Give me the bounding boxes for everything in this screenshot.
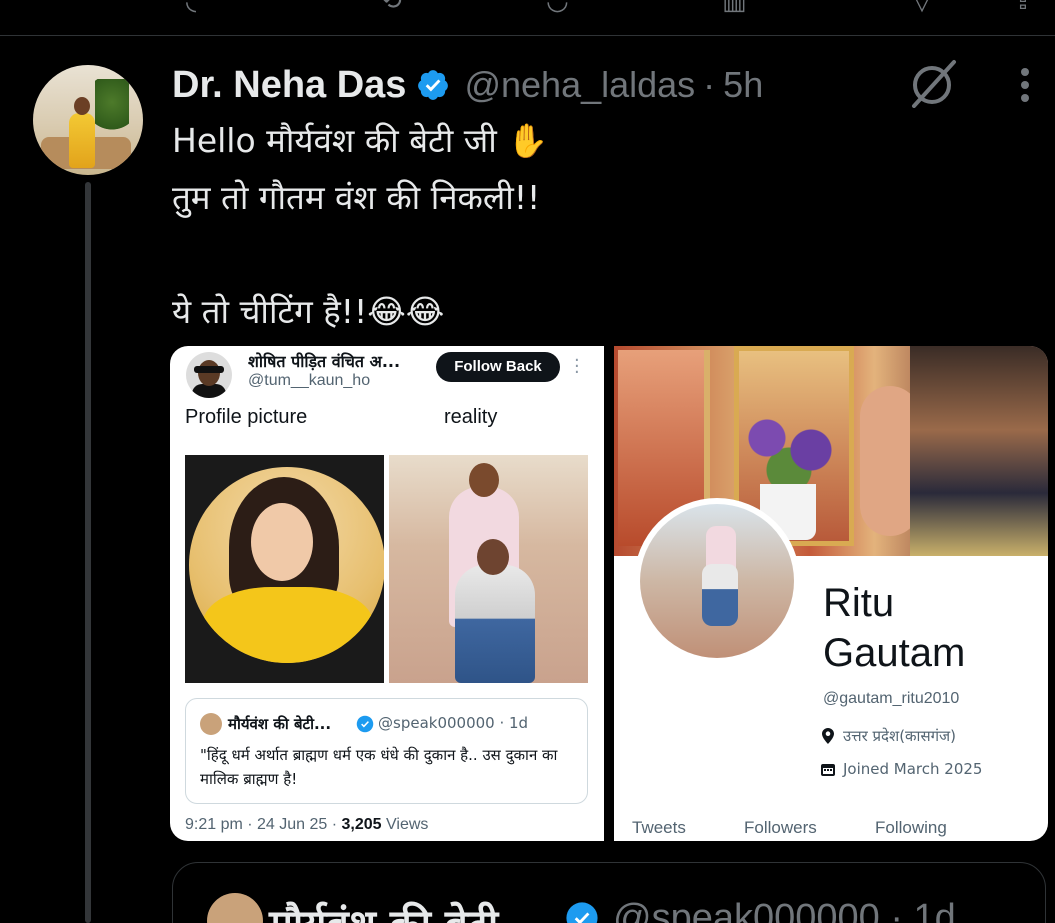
next-post-card[interactable]: मौर्यवंश की बेटी @speak000000 · 1d	[172, 862, 1046, 923]
author-avatar[interactable]	[33, 65, 143, 175]
more-options-icon[interactable]	[1018, 68, 1032, 108]
media-image-profile-screenshot[interactable]: Ritu Gautam @gautam_ritu2010 उत्तर प्रदे…	[614, 346, 1048, 841]
embedded-account-name: शोषित पीड़ित वंचित अ...	[248, 352, 401, 371]
verified-badge-icon	[566, 902, 598, 923]
quoted-avatar	[200, 713, 222, 735]
embedded-caption-profile-picture: Profile picture	[185, 406, 308, 428]
embedded-quoted-post: मौर्यवंश की बेटी... @speak000000 · 1d "ह…	[185, 698, 588, 804]
post-header: Dr. Neha Das @neha_laldas · 5h	[172, 60, 763, 110]
views-icon[interactable]: ▥	[722, 0, 747, 16]
profile-avatar	[634, 498, 800, 664]
embedded-post-meta: 9:21 pm · 24 Jun 25 · 3,205 Views	[185, 816, 429, 833]
verified-badge-icon	[356, 715, 374, 733]
profile-handle: @gautam_ritu2010	[823, 690, 960, 707]
embedded-account-avatar	[186, 352, 232, 398]
embedded-reality-photo	[389, 455, 588, 683]
reply-icon[interactable]: ◟	[186, 0, 196, 16]
quoted-author-name: मौर्यवंश की बेटी...	[228, 715, 332, 733]
profile-joined-date: Joined March 2025	[821, 760, 982, 778]
profile-tab-followers: Followers	[744, 818, 817, 837]
separator-dot: ·	[703, 64, 716, 105]
next-post-author-name[interactable]: मौर्यवंश की बेटी	[269, 895, 498, 923]
calendar-icon	[821, 764, 835, 776]
post-media[interactable]: शोषित पीड़ित वंचित अ... @tum__kaun_ho Fo…	[170, 346, 1048, 841]
embedded-follow-back-button: Follow Back	[436, 352, 560, 382]
post-text-line: Hello मौर्यवंश की बेटी जी ✋	[172, 121, 549, 160]
share-icon[interactable]: ⇪	[1012, 0, 1034, 16]
like-icon[interactable]: ◡	[546, 0, 569, 16]
post-text-line	[172, 226, 1032, 283]
embedded-account-handle: @tum__kaun_ho	[248, 372, 371, 389]
bookmark-icon[interactable]: ▽	[912, 0, 932, 16]
repost-icon[interactable]: ⟲	[380, 0, 402, 16]
embedded-caption-reality: reality	[444, 406, 498, 428]
embedded-views-count: 3,205	[341, 816, 382, 833]
embedded-more-icon: · · ·	[574, 350, 580, 383]
next-post-handle-time[interactable]: @speak000000 · 1d	[613, 897, 956, 923]
post-text-line: ये तो चीटिंग है!!😂😂	[172, 292, 445, 331]
embedded-profile-photo	[185, 455, 384, 683]
previous-post-action-bar: ◟ ⟲ ◡ ▥ ▽ ⇪	[0, 0, 1055, 36]
profile-location: उत्तर प्रदेश(कासगंज)	[821, 726, 956, 746]
next-post-avatar[interactable]	[207, 893, 263, 923]
profile-tab-following: Following	[875, 818, 947, 837]
quoted-handle-time: @speak000000 · 1d	[378, 714, 529, 732]
quoted-text: "हिंदू धर्म अर्थात ब्राह्मण धर्म एक धंधे…	[200, 746, 558, 788]
verified-badge-icon	[418, 70, 449, 100]
location-pin-icon	[822, 728, 834, 744]
post-timestamp[interactable]: 5h	[723, 64, 763, 106]
thread-connector-line	[85, 182, 91, 923]
profile-display-name: Ritu Gautam	[823, 581, 966, 675]
post-text-line: तुम तो गौतम वंश की निकली!!	[172, 178, 541, 217]
profile-tab-tweets: Tweets	[632, 818, 686, 837]
post-text: Hello मौर्यवंश की बेटी जी ✋ तुम तो गौतम …	[172, 112, 1032, 340]
author-handle[interactable]: @neha_laldas	[464, 64, 695, 106]
grok-icon[interactable]	[906, 58, 962, 108]
author-name[interactable]: Dr. Neha Das	[172, 64, 406, 107]
media-image-screenshot-post[interactable]: शोषित पीड़ित वंचित अ... @tum__kaun_ho Fo…	[170, 346, 604, 841]
